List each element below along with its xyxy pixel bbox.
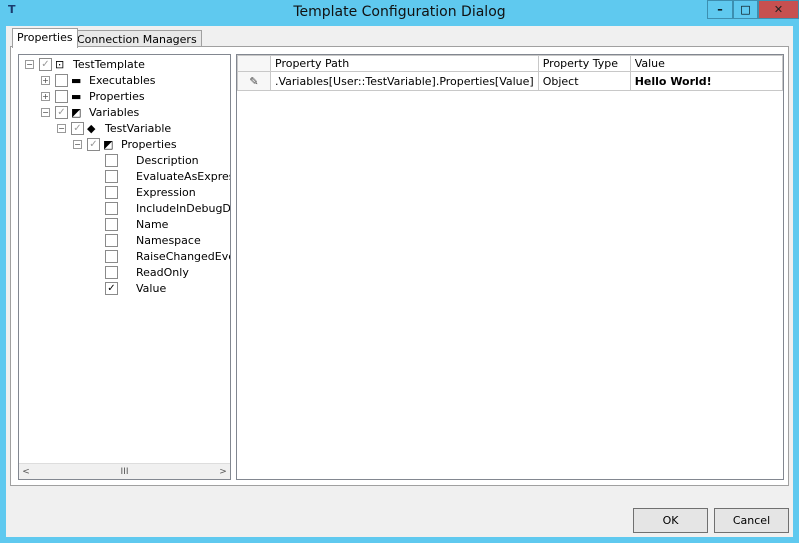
collapse-icon[interactable]: − [57,123,66,133]
property-tree[interactable]: < III > − ✓ ⊡ TestTemplate + ▬ Executables + ▬ Pr… [18,54,231,480]
scroll-left-button[interactable]: < [19,467,33,477]
horizontal-scrollbar[interactable]: < III > [19,463,230,479]
tree-node[interactable]: IncludeInDebugDump [105,200,231,216]
tab-connection-managers[interactable]: Connection Managers [72,30,202,47]
tree-checkbox[interactable]: ✓ [105,281,118,295]
tree-node-label: Description [136,153,199,167]
close-button[interactable]: ✕ [758,0,799,19]
window-title: Template Configuration Dialog [293,4,506,20]
edit-row-icon: ✎ [237,71,271,91]
tree-checkbox[interactable] [55,89,68,103]
tree-checkbox[interactable] [105,153,118,167]
value-cell[interactable]: Hello World! [629,71,784,91]
template-icon: ⊡ [55,57,65,71]
tree-node-label: ReadOnly [136,265,189,279]
tree-checkbox[interactable] [105,201,118,215]
tree-checkbox[interactable]: ✓ [87,137,100,151]
tree-checkbox[interactable] [105,265,118,279]
dialog-body: Properties Connection Managers < III > −… [6,26,793,537]
tab-properties[interactable]: Properties [12,28,78,48]
expand-icon[interactable]: + [41,91,50,101]
tree-node[interactable]: ReadOnly [105,264,189,280]
folder-icon: ▬ [71,89,82,103]
tree-node-label: Variables [89,105,140,119]
collapse-icon[interactable]: − [41,107,50,117]
tree-node-label: RaiseChangedEvent [136,249,230,263]
folder-icon: ▬ [71,73,82,87]
properties-panel: < III > − ✓ ⊡ TestTemplate + ▬ Executables + ▬ Pr… [10,46,789,486]
folder-open-icon: ◩ [71,105,82,119]
scroll-thumb[interactable]: III [121,467,129,477]
expand-icon[interactable]: + [41,75,50,85]
grid-header: Property Path Property Type Value [237,55,784,72]
tree-node-label: TestVariable [105,121,172,135]
tree-node-label: Expression [136,185,196,199]
collapse-icon[interactable]: − [25,59,34,69]
tree-checkbox[interactable] [105,169,118,183]
property-path-cell[interactable]: .Variables[User::TestVariable].Propertie… [270,71,539,91]
tree-checkbox[interactable] [105,249,118,263]
tree-checkbox[interactable]: ✓ [39,57,52,71]
tree-node-label: EvaluateAsExpression [136,169,230,183]
tree-node[interactable]: Description [105,152,199,168]
folder-open-icon: ◩ [103,137,114,151]
column-header-property-type[interactable]: Property Type [537,55,631,72]
tree-checkbox[interactable]: ✓ [71,121,84,135]
table-row: ✎ .Variables[User::TestVariable].Propert… [237,71,784,91]
tree-node-label: Namespace [136,233,201,247]
tree-checkbox[interactable] [55,73,68,87]
tree-node[interactable]: − ✓ ⊡ TestTemplate [25,56,145,72]
tree-node[interactable]: ✓ Value [105,280,166,296]
tree-checkbox[interactable] [105,233,118,247]
tree-node[interactable]: RaiseChangedEvent [105,248,230,264]
tree-checkbox[interactable] [105,217,118,231]
property-grid: Property Path Property Type Value ✎ .Var… [236,54,784,480]
tree-node[interactable]: − ✓ ◩ Variables [41,104,139,120]
row-header-corner [237,55,271,72]
tree-node[interactable]: + ▬ Properties [41,88,145,104]
tree-node[interactable]: EvaluateAsExpression [105,168,230,184]
property-type-cell[interactable]: Object [537,71,631,91]
tree-node-label: TestTemplate [73,57,145,71]
title-bar: T Template Configuration Dialog – □ ✕ [0,0,799,26]
tree-node-label: IncludeInDebugDump [136,201,231,215]
tree-node[interactable]: Name [105,216,168,232]
tree-node-label: Properties [121,137,177,151]
variable-icon: ◆ [87,121,96,135]
ok-button[interactable]: OK [633,508,708,533]
cancel-button[interactable]: Cancel [714,508,789,533]
collapse-icon[interactable]: − [73,139,82,149]
tree-node[interactable]: Namespace [105,232,201,248]
maximize-button[interactable]: □ [733,0,758,19]
tree-checkbox[interactable]: ✓ [55,105,68,119]
tree-node-label: Value [136,281,167,295]
column-header-property-path[interactable]: Property Path [270,55,539,72]
scroll-right-button[interactable]: > [216,467,230,477]
tree-node-label: Executables [89,73,156,87]
tree-node-label: Properties [89,89,145,103]
minimize-button[interactable]: – [707,0,733,19]
tree-node[interactable]: Expression [105,184,196,200]
tree-checkbox[interactable] [105,185,118,199]
column-header-value[interactable]: Value [629,55,784,72]
tree-node[interactable]: − ✓ ◆ TestVariable [57,120,171,136]
tree-node[interactable]: + ▬ Executables [41,72,156,88]
tree-node[interactable]: − ✓ ◩ Properties [73,136,177,152]
tree-node-label: Name [136,217,169,231]
